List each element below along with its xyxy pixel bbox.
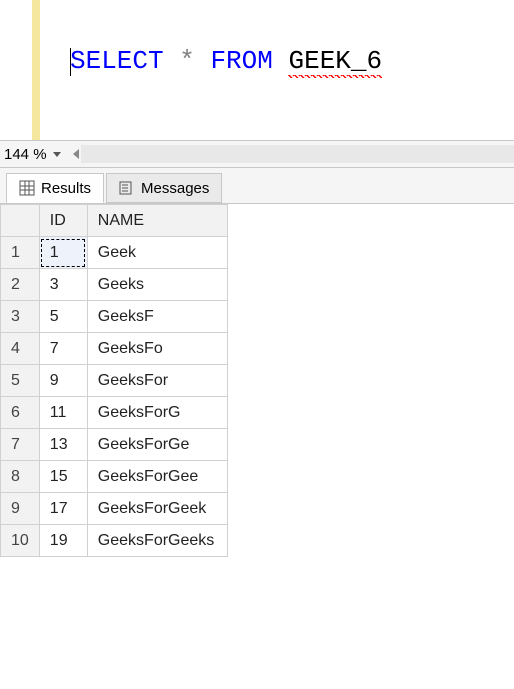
row-header[interactable]: 5 — [1, 365, 40, 397]
header-row: ID NAME — [1, 205, 228, 237]
zoom-dropdown[interactable]: 144 % — [4, 146, 65, 163]
sql-star: * — [179, 46, 195, 76]
text-cursor — [70, 48, 71, 76]
results-grid[interactable]: ID NAME 11Geek23Geeks35GeeksF47GeeksFo59… — [0, 204, 514, 557]
cell-id[interactable]: 7 — [39, 333, 87, 365]
table-row[interactable]: 11Geek — [1, 237, 228, 269]
table-row[interactable]: 713GeeksForGe — [1, 429, 228, 461]
chevron-down-icon — [53, 152, 61, 157]
zoom-bar: 144 % — [0, 140, 514, 168]
cell-id[interactable]: 13 — [39, 429, 87, 461]
tab-results[interactable]: Results — [6, 173, 104, 203]
row-header[interactable]: 4 — [1, 333, 40, 365]
horizontal-scrollbar[interactable] — [81, 145, 514, 163]
cell-id[interactable]: 15 — [39, 461, 87, 493]
zoom-value: 144 % — [4, 146, 47, 163]
column-header-id[interactable]: ID — [39, 205, 87, 237]
cell-name[interactable]: GeeksFo — [87, 333, 227, 365]
tab-results-label: Results — [41, 180, 91, 197]
sql-keyword-from: FROM — [210, 46, 272, 76]
cell-name[interactable]: Geek — [87, 237, 227, 269]
result-tabs: Results Messages — [0, 168, 514, 204]
cell-name[interactable]: GeeksFor — [87, 365, 227, 397]
cell-id[interactable]: 9 — [39, 365, 87, 397]
table-row[interactable]: 611GeeksForG — [1, 397, 228, 429]
row-header[interactable]: 1 — [1, 237, 40, 269]
sql-editor[interactable]: SELECT * FROM GEEK_6 — [0, 0, 514, 140]
cell-name[interactable]: GeeksForGee — [87, 461, 227, 493]
cell-name[interactable]: GeeksF — [87, 301, 227, 333]
table-row[interactable]: 23Geeks — [1, 269, 228, 301]
cell-id[interactable]: 5 — [39, 301, 87, 333]
row-header[interactable]: 8 — [1, 461, 40, 493]
sql-keyword-select: SELECT — [70, 46, 164, 76]
results-table: ID NAME 11Geek23Geeks35GeeksF47GeeksFo59… — [0, 204, 228, 557]
code-area[interactable]: SELECT * FROM GEEK_6 — [40, 0, 514, 140]
tab-messages-label: Messages — [141, 180, 209, 197]
modified-marker — [32, 0, 40, 140]
sql-table-text: GEEK_6 — [288, 46, 382, 76]
table-row[interactable]: 1019GeeksForGeeks — [1, 525, 228, 557]
table-row[interactable]: 47GeeksFo — [1, 333, 228, 365]
messages-icon — [119, 180, 135, 196]
sql-table-name: GEEK_6 — [288, 46, 382, 76]
row-header[interactable]: 3 — [1, 301, 40, 333]
column-header-name[interactable]: NAME — [87, 205, 227, 237]
cell-id[interactable]: 19 — [39, 525, 87, 557]
cell-name[interactable]: GeeksForG — [87, 397, 227, 429]
row-header[interactable]: 2 — [1, 269, 40, 301]
cell-name[interactable]: Geeks — [87, 269, 227, 301]
cell-id[interactable]: 11 — [39, 397, 87, 429]
cell-id[interactable]: 17 — [39, 493, 87, 525]
cell-name[interactable]: GeeksForGe — [87, 429, 227, 461]
cell-id[interactable]: 3 — [39, 269, 87, 301]
corner-cell[interactable] — [1, 205, 40, 237]
editor-gutter — [0, 0, 40, 140]
row-header[interactable]: 10 — [1, 525, 40, 557]
table-row[interactable]: 59GeeksFor — [1, 365, 228, 397]
row-header[interactable]: 7 — [1, 429, 40, 461]
cell-name[interactable]: GeeksForGeek — [87, 493, 227, 525]
scroll-left-icon[interactable] — [73, 149, 79, 159]
table-row[interactable]: 917GeeksForGeek — [1, 493, 228, 525]
row-header[interactable]: 6 — [1, 397, 40, 429]
error-squiggle — [288, 75, 382, 78]
grid-icon — [19, 180, 35, 196]
table-row[interactable]: 815GeeksForGee — [1, 461, 228, 493]
tab-messages[interactable]: Messages — [106, 173, 222, 203]
table-row[interactable]: 35GeeksF — [1, 301, 228, 333]
cell-name[interactable]: GeeksForGeeks — [87, 525, 227, 557]
sql-line: SELECT * FROM GEEK_6 — [70, 46, 514, 76]
cell-id[interactable]: 1 — [39, 237, 87, 269]
row-header[interactable]: 9 — [1, 493, 40, 525]
